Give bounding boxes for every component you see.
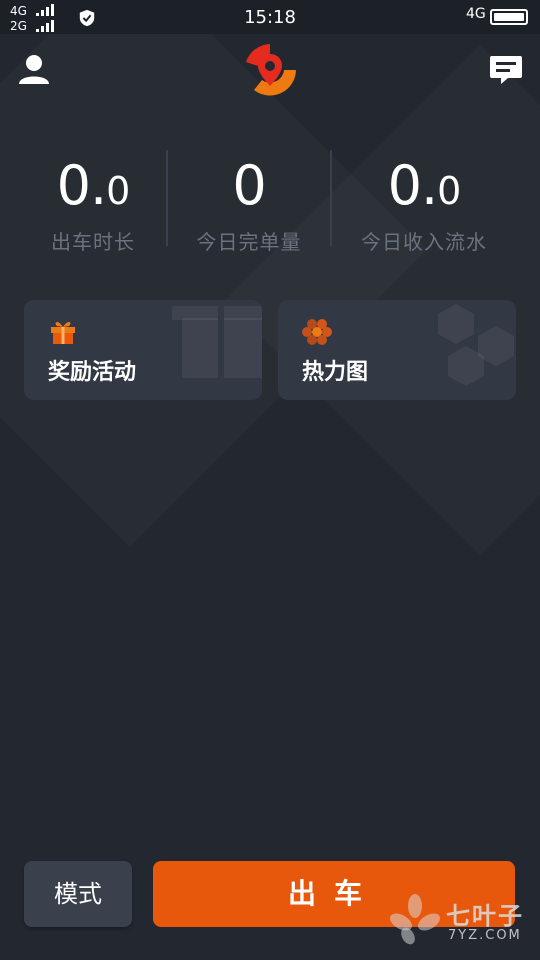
watermark: 七叶子 7YZ.COM xyxy=(388,892,528,946)
user-button[interactable] xyxy=(16,52,52,88)
status-bar: 4G 2G 15:18 4G xyxy=(0,0,540,34)
stat-orders-today: 0 今日完单量 xyxy=(168,155,330,255)
stat-value: 0 xyxy=(232,154,266,217)
heatmap-card[interactable]: 热力图 xyxy=(278,300,516,400)
card-title: 奖励活动 xyxy=(48,360,137,385)
stat-label: 今日完单量 xyxy=(196,230,302,254)
leaf-logo-icon xyxy=(390,894,440,945)
watermark-text: 七叶子 xyxy=(446,902,524,930)
network-type-right: 4G xyxy=(466,6,486,22)
message-icon xyxy=(490,56,522,84)
hexagon-heatmap-icon xyxy=(302,319,332,345)
gift-decoration xyxy=(172,306,262,378)
stat-driving-duration: 0.0 出车时长 xyxy=(20,155,166,255)
status-time: 15:18 xyxy=(244,7,296,28)
mode-button[interactable]: 模式 xyxy=(24,861,132,927)
background-pattern xyxy=(0,0,427,547)
stat-income-today: 0.0 今日收入流水 xyxy=(332,155,516,255)
stat-label: 今日收入流水 xyxy=(361,230,487,254)
gift-icon xyxy=(51,321,75,344)
stat-value: 0.0 xyxy=(387,154,462,217)
watermark-subtext: 7YZ.COM xyxy=(448,928,522,943)
user-icon xyxy=(19,55,49,84)
stat-label: 出车时长 xyxy=(51,230,135,254)
battery-icon xyxy=(490,9,528,25)
rewards-card[interactable]: 奖励活动 xyxy=(24,300,262,400)
stat-value: 0.0 xyxy=(56,154,131,217)
hexagon-decoration xyxy=(438,304,514,386)
card-title: 热力图 xyxy=(302,360,369,385)
message-button[interactable] xyxy=(488,52,524,88)
map-pin-logo-icon xyxy=(246,44,296,96)
